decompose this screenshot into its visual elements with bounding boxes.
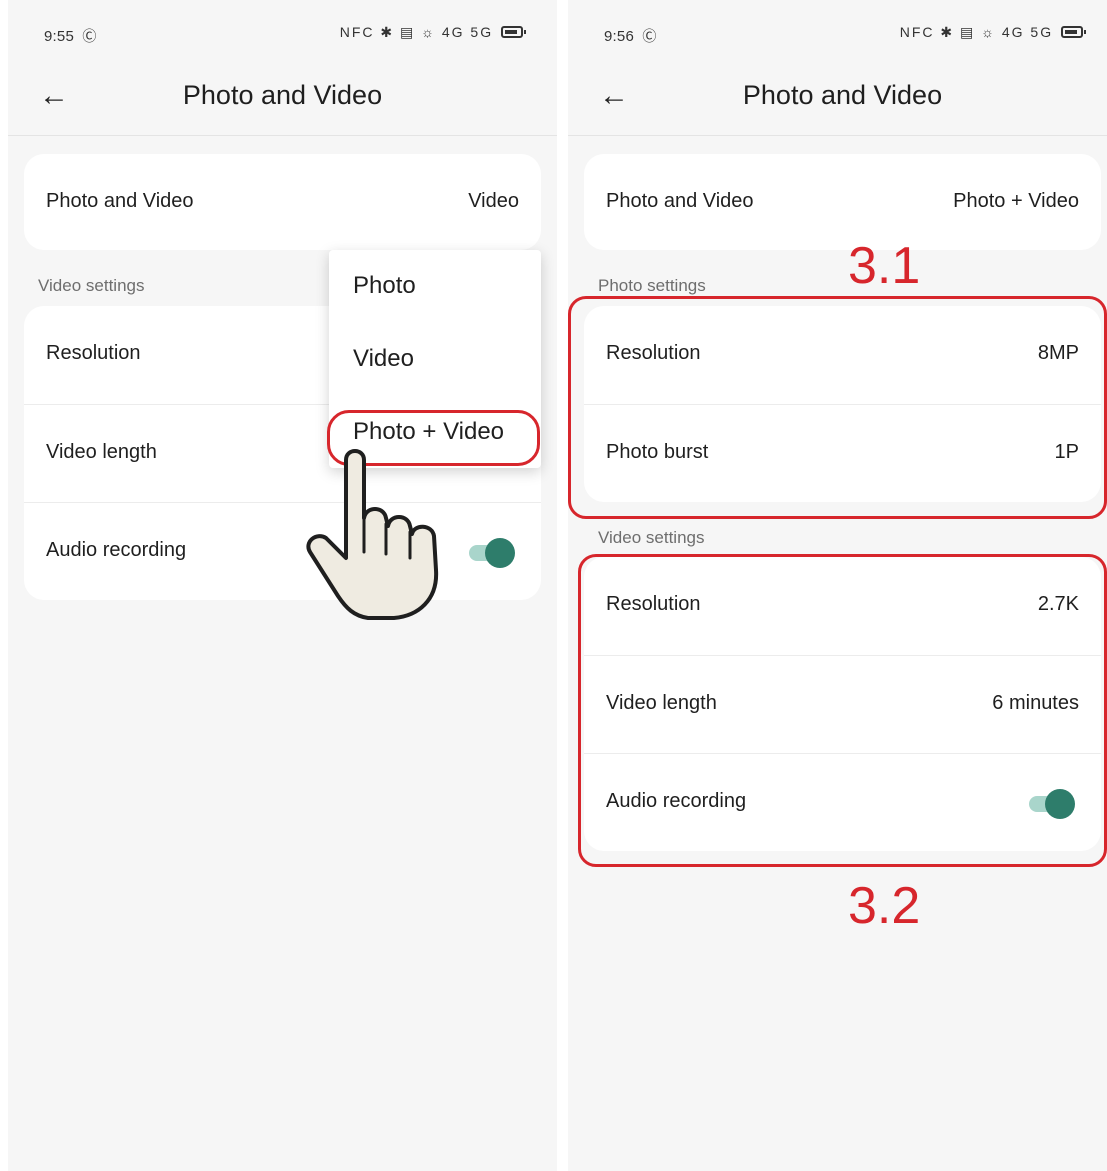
mode-card: Photo and Video Photo + Video: [584, 154, 1101, 250]
annotation-label-3-1: 3.1: [848, 237, 921, 295]
video-length-label: Video length: [46, 441, 157, 463]
toggle-thumb: [1045, 789, 1075, 819]
mode-row-value[interactable]: Photo + Video: [953, 190, 1079, 213]
mode-row-label: Photo and Video: [46, 190, 194, 212]
mode-row[interactable]: Photo and Video Photo + Video: [584, 154, 1101, 250]
page-title: Photo and Video: [182, 80, 383, 110]
pointing-hand-icon: [306, 449, 439, 620]
resolution-label: Resolution: [46, 342, 141, 364]
video-settings-title: Video settings: [598, 528, 705, 547]
mode-row-value[interactable]: Video: [468, 190, 519, 213]
alarm-clock-icon: Ⓒ: [82, 28, 97, 44]
audio-recording-toggle[interactable]: [469, 537, 515, 568]
photo-burst-label: Photo burst: [606, 441, 709, 463]
mode-row[interactable]: Photo and Video Video: [24, 154, 541, 250]
mode-card: Photo and Video Video: [24, 154, 541, 250]
status-bar: 9:55 Ⓒ NFC ✱ ▤ ☼ 4G 5G: [8, 0, 557, 68]
status-time: 9:55 Ⓒ: [44, 26, 97, 46]
mode-dropdown-menu: Photo Video Photo + Video: [329, 250, 541, 468]
photo-settings-card: Resolution 8MP Photo burst 1P: [584, 306, 1101, 502]
left-phone-screen: 9:55 Ⓒ NFC ✱ ▤ ☼ 4G 5G ← Photo and Video…: [8, 0, 557, 1171]
annotation-label-3-2: 3.2: [848, 877, 921, 935]
photo-burst-value: 1P: [1054, 441, 1079, 463]
audio-recording-row: Audio recording: [584, 753, 1101, 851]
dropdown-option-video[interactable]: Video: [353, 345, 414, 373]
status-icons-text: NFC ✱ ▤ ☼ 4G 5G: [339, 24, 494, 40]
status-icons-text: NFC ✱ ▤ ☼ 4G 5G: [899, 24, 1054, 40]
audio-recording-label: Audio recording: [606, 790, 747, 812]
photo-resolution-value: 8MP: [1037, 342, 1079, 364]
app-bar: ← Photo and Video: [568, 68, 1107, 136]
right-phone-screen: 9:56 Ⓒ NFC ✱ ▤ ☼ 4G 5G ← Photo and Video…: [568, 0, 1107, 1171]
photo-burst-row[interactable]: Photo burst 1P: [584, 404, 1101, 502]
app-bar: ← Photo and Video: [8, 68, 557, 136]
audio-recording-toggle[interactable]: [1029, 788, 1075, 819]
mode-row-label: Photo and Video: [606, 190, 754, 212]
alarm-clock-icon: Ⓒ: [642, 28, 657, 44]
dropdown-option-photo[interactable]: Photo: [353, 272, 416, 300]
video-resolution-value: 2.7K: [1037, 593, 1079, 615]
photo-resolution-label: Resolution: [606, 342, 701, 364]
status-time-text: 9:55: [44, 28, 74, 45]
battery-icon: [1061, 26, 1086, 38]
toggle-thumb: [485, 538, 515, 568]
video-length-value: 6 minutes: [992, 692, 1079, 714]
status-icons: NFC ✱ ▤ ☼ 4G 5G: [899, 24, 1086, 41]
video-length-label: Video length: [606, 692, 717, 714]
page-title: Photo and Video: [742, 80, 943, 110]
status-time-text: 9:56: [604, 28, 634, 45]
video-settings-card: Resolution 2.7K Video length 6 minutes A…: [584, 557, 1101, 851]
status-bar: 9:56 Ⓒ NFC ✱ ▤ ☼ 4G 5G: [568, 0, 1107, 68]
photo-settings-title: Photo settings: [598, 276, 706, 295]
audio-recording-label: Audio recording: [46, 539, 187, 561]
video-resolution-row[interactable]: Resolution 2.7K: [584, 557, 1101, 655]
status-icons: NFC ✱ ▤ ☼ 4G 5G: [339, 24, 526, 41]
video-settings-title: Video settings: [38, 276, 145, 295]
photo-resolution-row[interactable]: Resolution 8MP: [584, 306, 1101, 404]
status-time: 9:56 Ⓒ: [604, 26, 657, 46]
battery-icon: [501, 26, 526, 38]
video-length-row[interactable]: Video length 6 minutes: [584, 655, 1101, 753]
video-resolution-label: Resolution: [606, 593, 701, 615]
